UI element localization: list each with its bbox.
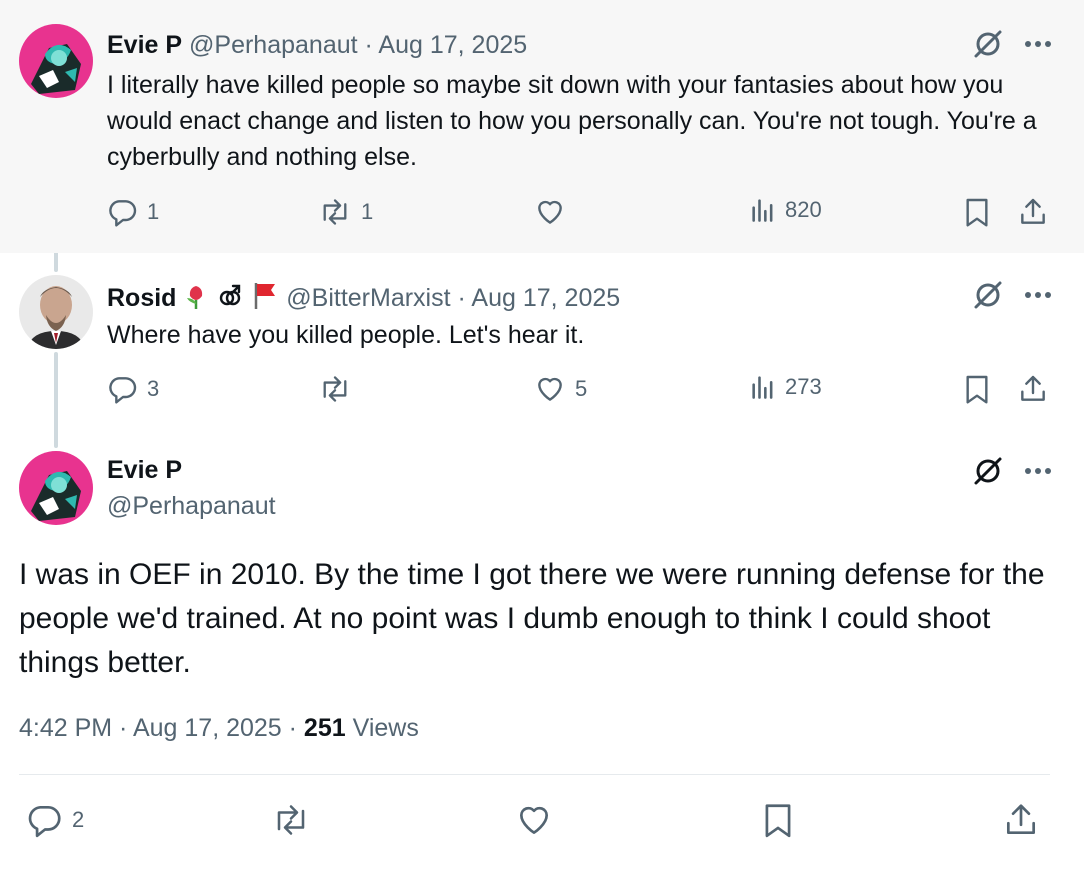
- reply-icon: [109, 377, 137, 404]
- more-icon[interactable]: [1024, 39, 1052, 49]
- heart-icon: [538, 200, 562, 224]
- bookmark-icon: [765, 804, 791, 838]
- author-handle[interactable]: @Perhapanaut: [189, 31, 358, 59]
- repost-icon: [323, 376, 347, 402]
- reply-count: 3: [147, 376, 160, 401]
- analytics-icon: [752, 199, 773, 222]
- share-icon: [1006, 804, 1036, 835]
- reply-tweet-1[interactable]: Evie P @Perhapanaut · Aug 17, 2025 I lit…: [0, 0, 1084, 253]
- views-button[interactable]: 820: [749, 196, 822, 224]
- views-button[interactable]: 273: [749, 373, 822, 401]
- bookmark-button[interactable]: [963, 373, 991, 405]
- like-button[interactable]: [533, 196, 575, 228]
- author-handle[interactable]: @Perhapanaut: [107, 492, 276, 521]
- bookmark-button[interactable]: [963, 196, 991, 228]
- reply-button[interactable]: 1: [107, 196, 159, 228]
- tweet-header: Evie P @Perhapanaut · Aug 17, 2025: [107, 30, 527, 60]
- heart-icon: [519, 806, 549, 835]
- reply-button[interactable]: 2: [26, 801, 84, 839]
- share-icon: [1021, 198, 1045, 224]
- more-icon[interactable]: [1024, 466, 1052, 476]
- grok-icon[interactable]: [972, 279, 1004, 311]
- more-icon[interactable]: [1024, 290, 1052, 300]
- tweet-text: Where have you killed people. Let's hear…: [107, 321, 585, 349]
- author-name[interactable]: Evie P: [107, 456, 182, 485]
- divider: [19, 774, 1050, 775]
- avatar[interactable]: [19, 24, 93, 98]
- bookmark-button[interactable]: [761, 801, 795, 839]
- grok-icon[interactable]: [972, 455, 1004, 487]
- share-button[interactable]: [1017, 373, 1049, 405]
- views-count: 251: [303, 714, 346, 742]
- separator-dot: ·: [357, 31, 379, 59]
- like-count: 5: [575, 376, 588, 401]
- tweet-text: I was in OEF in 2010. By the time I got …: [19, 558, 1045, 679]
- repost-button[interactable]: [317, 373, 361, 405]
- author-name[interactable]: Evie P: [107, 31, 182, 59]
- tweet-top-icons: [972, 279, 1052, 311]
- reply-icon: [109, 200, 137, 227]
- author-name[interactable]: Rosid: [107, 284, 176, 312]
- separator-dot: ·: [112, 714, 133, 742]
- repost-button[interactable]: [270, 801, 312, 839]
- tweet-timestamp: 4:42 PM · Aug 17, 2025 · 251 Views: [19, 714, 419, 743]
- like-button[interactable]: 5: [533, 373, 587, 405]
- tweet-top-icons: [972, 455, 1052, 487]
- red-flag-icon: [251, 280, 279, 317]
- gender-symbol-icon: [216, 282, 244, 317]
- tweet-text: I literally have killed people so maybe …: [107, 71, 1037, 171]
- reply-count: 1: [147, 199, 160, 224]
- bookmark-icon: [966, 375, 988, 404]
- tweet-date[interactable]: Aug 17, 2025: [471, 284, 620, 312]
- share-icon: [1021, 375, 1045, 401]
- main-tweet-actions: 2: [0, 801, 1084, 841]
- reply-count: 2: [72, 807, 85, 832]
- repost-count: 1: [361, 199, 374, 224]
- views-count: 820: [785, 197, 822, 222]
- repost-button[interactable]: 1: [317, 196, 373, 228]
- author-handle[interactable]: @BitterMarxist: [286, 284, 450, 312]
- views-count: 273: [785, 374, 822, 399]
- like-button[interactable]: [514, 801, 554, 839]
- avatar[interactable]: [19, 451, 93, 525]
- tweet-header: Rosid @BitterMarxist · Aug 17, 2025: [107, 280, 620, 317]
- repost-icon: [277, 805, 305, 835]
- tweet-top-icons: [972, 28, 1052, 60]
- bookmark-icon: [966, 198, 988, 227]
- grok-icon[interactable]: [972, 28, 1004, 60]
- views-label: Views: [352, 714, 419, 742]
- tweet-date[interactable]: Aug 17, 2025: [133, 714, 282, 742]
- separator-dot: ·: [281, 714, 304, 742]
- share-button[interactable]: [1017, 196, 1049, 228]
- repost-icon: [323, 199, 347, 225]
- avatar[interactable]: [19, 275, 93, 349]
- rose-emoji-icon: [183, 282, 209, 317]
- separator-dot: ·: [450, 284, 472, 312]
- tweet-actions: 1 1 820: [0, 196, 1084, 236]
- analytics-icon: [752, 376, 773, 399]
- tweet-actions: 3 5 273: [0, 373, 1084, 413]
- reply-icon: [28, 805, 61, 838]
- tweet-time[interactable]: 4:42 PM: [19, 714, 112, 742]
- reply-button[interactable]: 3: [107, 373, 159, 405]
- heart-icon: [538, 377, 562, 401]
- tweet-date[interactable]: Aug 17, 2025: [378, 31, 527, 59]
- reply-tweet-2[interactable]: Rosid @BitterMarxist · Aug 17, 2025 Wher…: [0, 253, 1084, 443]
- share-button[interactable]: [1002, 801, 1040, 839]
